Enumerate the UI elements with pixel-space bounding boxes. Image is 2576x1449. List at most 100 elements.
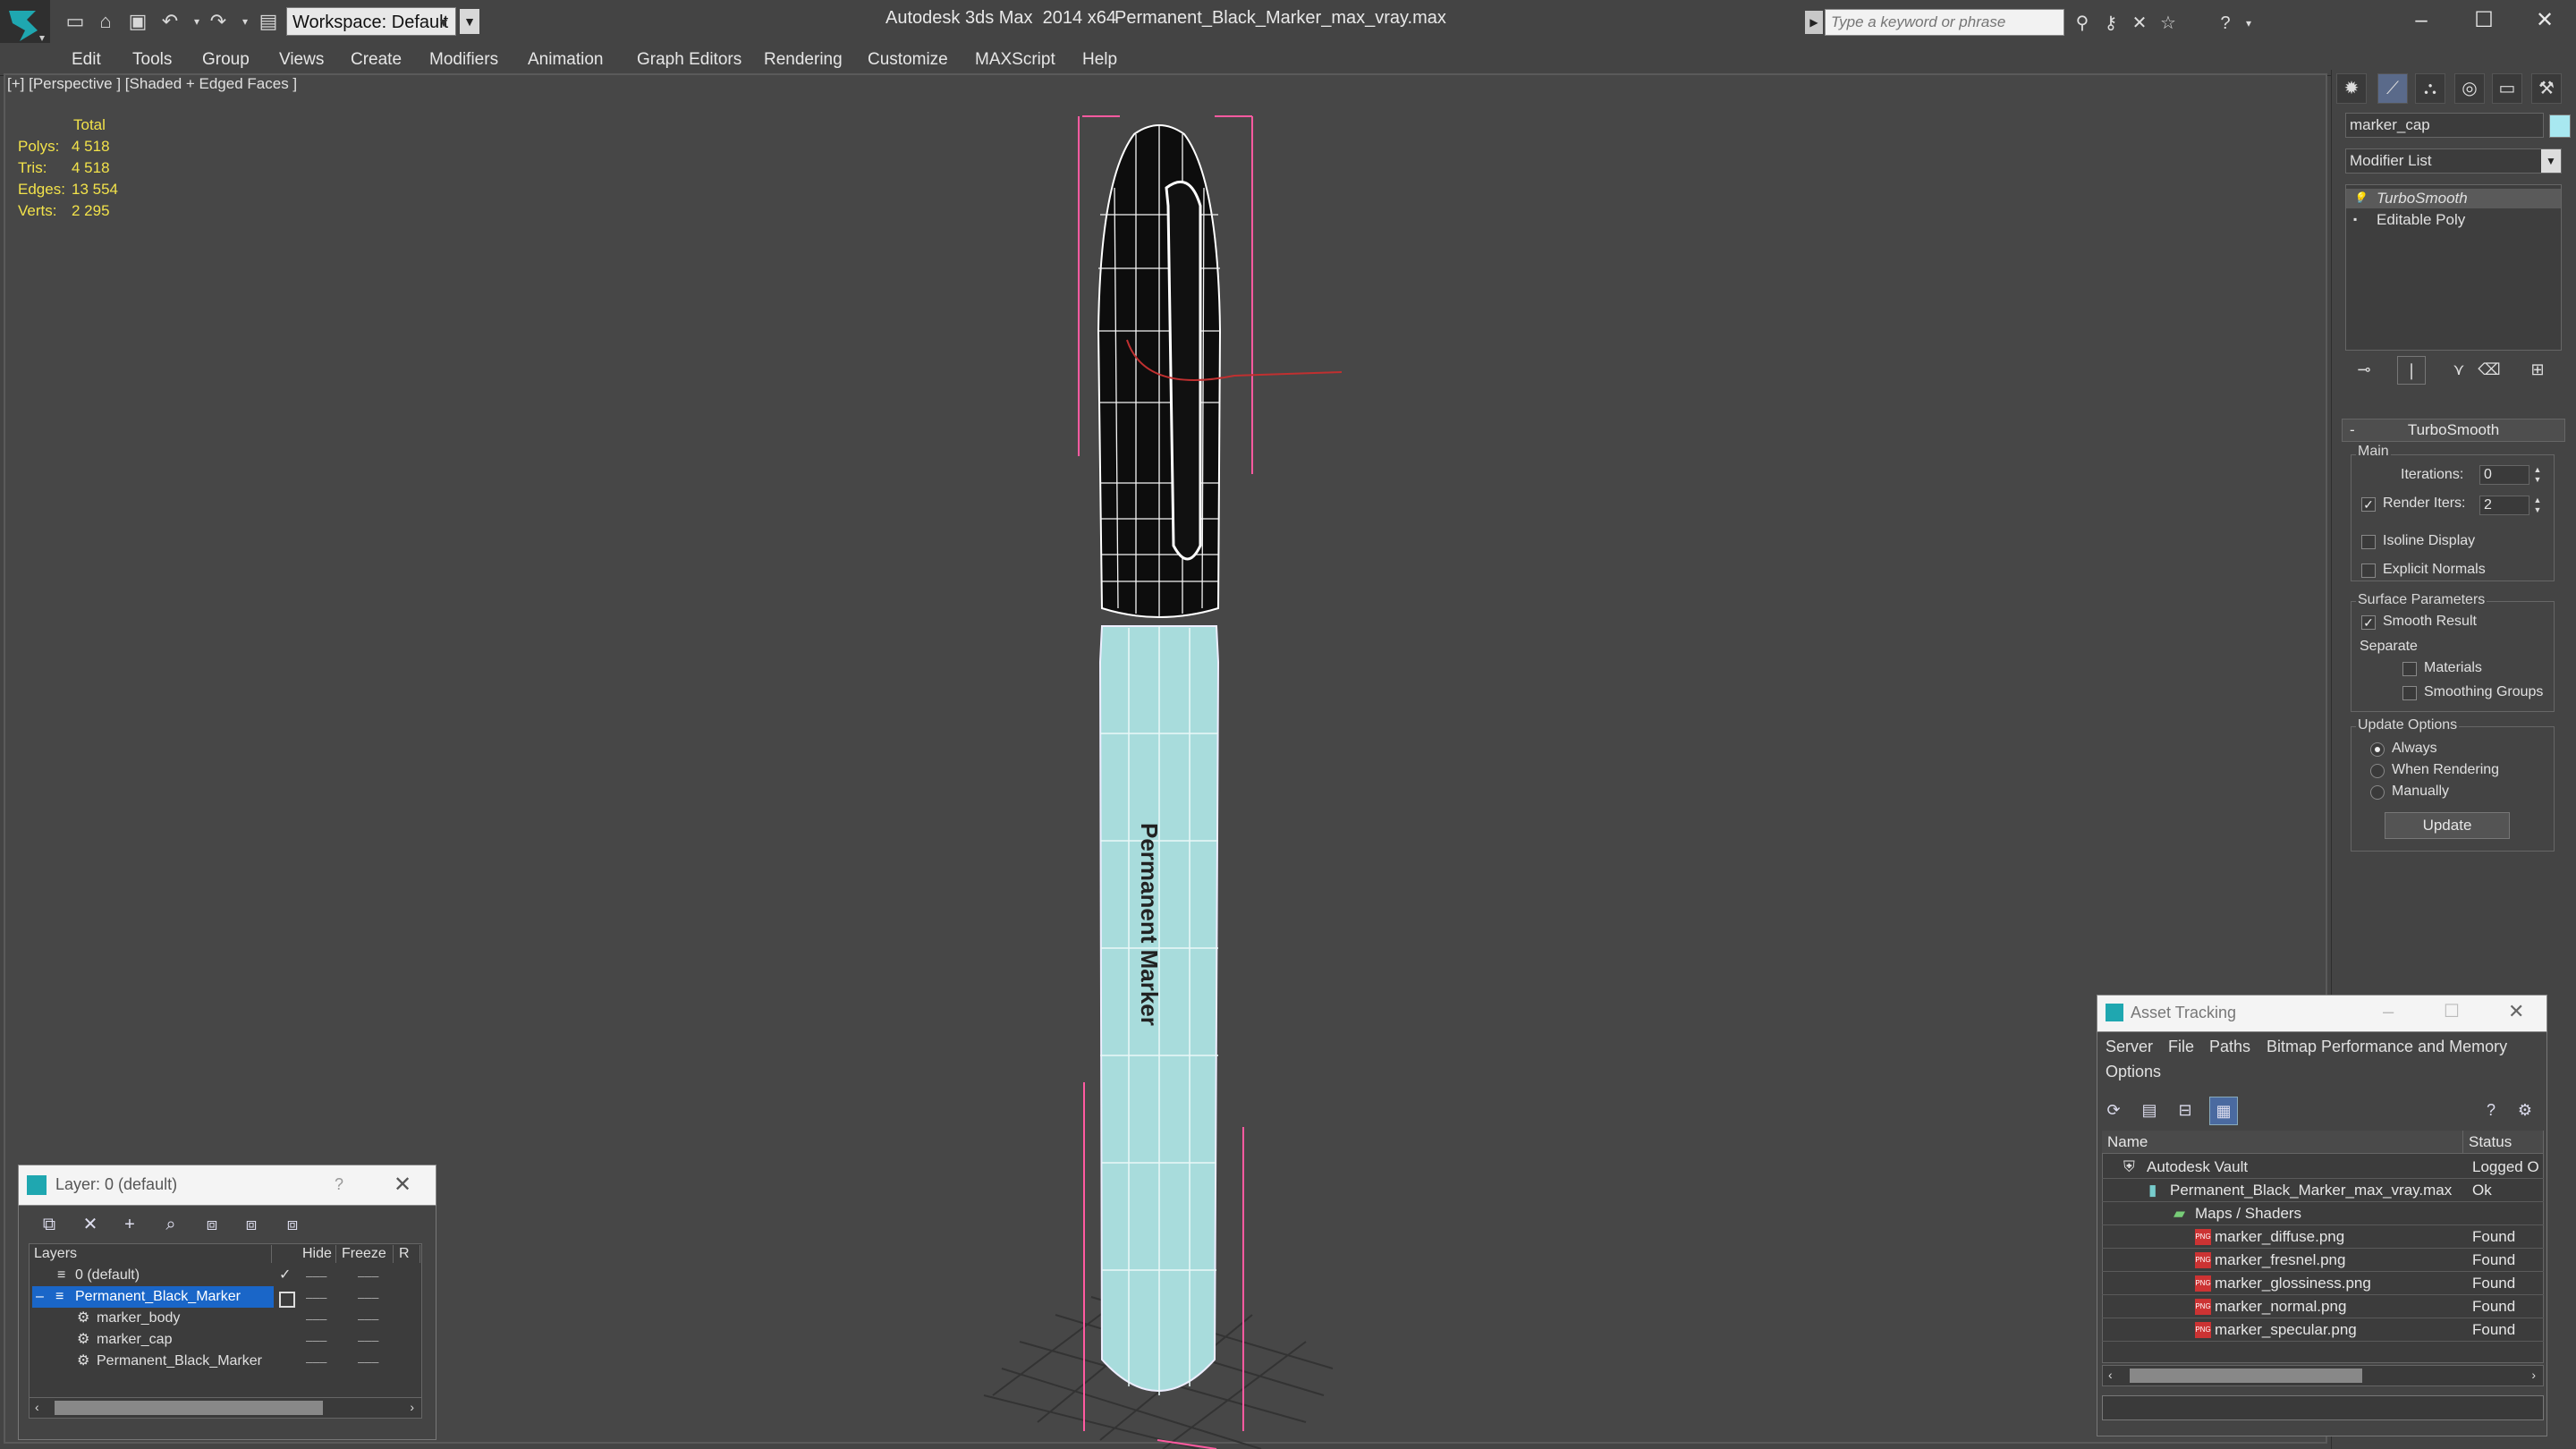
close-icon[interactable]: ✕ <box>2508 1000 2524 1023</box>
freeze-toggle[interactable]: ––– <box>358 1268 378 1283</box>
freeze-toggle[interactable]: ––– <box>358 1311 378 1326</box>
hide-toggle[interactable]: ––– <box>306 1268 326 1283</box>
remove-modifier-icon[interactable]: ⌫ <box>2476 356 2503 383</box>
highlight-layer-icon[interactable]: ⧈ <box>199 1211 225 1238</box>
stack-item-editable-poly[interactable]: ▪ Editable Poly <box>2346 210 2561 230</box>
menu-modifiers[interactable]: Modifiers <box>429 50 498 70</box>
maximize-icon[interactable]: ☐ <box>2444 1000 2460 1022</box>
new-file-icon[interactable]: ▭ <box>63 9 88 34</box>
workspace-dropdown[interactable]: Workspace: Default ▼ <box>286 7 456 36</box>
subscription-icon[interactable]: ⚷ <box>2098 11 2123 36</box>
update-button[interactable]: Update <box>2385 812 2510 839</box>
minimize-icon[interactable]: – <box>2390 4 2453 38</box>
menu-help[interactable]: Help <box>1082 50 1117 70</box>
open-file-icon[interactable]: ⌂ <box>93 9 118 34</box>
set-current-layer-icon[interactable] <box>279 1292 295 1308</box>
favorites-star-icon[interactable]: ☆ <box>2156 11 2181 36</box>
hierarchy-tab-icon[interactable]: ⛬ <box>2415 73 2445 104</box>
col-render[interactable]: R <box>395 1245 420 1263</box>
binoculars-icon[interactable]: ⚲ <box>2070 11 2095 36</box>
scroll-right-icon[interactable]: › <box>410 1400 414 1414</box>
layer-row[interactable]: ⚙ marker_cap <box>32 1329 301 1351</box>
col-hide[interactable]: Hide <box>299 1245 336 1263</box>
object-name-field[interactable]: marker_cap <box>2345 113 2544 138</box>
table-view-icon[interactable]: ▦ <box>2209 1097 2238 1125</box>
hide-toggle[interactable]: ––– <box>306 1333 326 1347</box>
scroll-left-icon[interactable]: ‹ <box>2108 1368 2113 1382</box>
menu-bitmap-performance[interactable]: Bitmap Performance and Memory <box>2267 1038 2507 1056</box>
hide-toggle[interactable]: ––– <box>306 1311 326 1326</box>
menu-paths[interactable]: Paths <box>2209 1038 2250 1056</box>
table-row[interactable]: ▰ Maps / Shaders <box>2102 1202 2544 1225</box>
help-dropdown-icon[interactable]: ▾ <box>2236 11 2261 36</box>
freeze-all-layers-icon[interactable]: ⧈ <box>279 1211 306 1238</box>
render-iters-checkbox[interactable]: ✓ <box>2361 497 2376 512</box>
freeze-toggle[interactable]: ––– <box>358 1333 378 1347</box>
hide-all-layers-icon[interactable]: ⧈ <box>238 1211 265 1238</box>
list-view-icon[interactable]: ▤ <box>2136 1097 2163 1123</box>
scroll-thumb[interactable] <box>55 1401 323 1415</box>
display-tab-icon[interactable]: ▭ <box>2492 73 2522 104</box>
pin-stack-icon[interactable]: ⊸ <box>2351 356 2377 383</box>
asset-path-field[interactable] <box>2102 1395 2544 1420</box>
menu-group[interactable]: Group <box>202 50 250 70</box>
layer-horizontal-scrollbar[interactable]: ‹ › <box>29 1397 422 1419</box>
stack-item-turbosmooth[interactable]: 💡 TurboSmooth <box>2346 189 2561 208</box>
menu-maxscript[interactable]: MAXScript <box>975 50 1055 70</box>
smoothing-groups-checkbox[interactable] <box>2402 686 2417 700</box>
freeze-toggle[interactable]: ––– <box>358 1290 378 1304</box>
materials-checkbox[interactable] <box>2402 662 2417 676</box>
menu-server[interactable]: Server <box>2106 1038 2153 1056</box>
menu-edit[interactable]: Edit <box>72 50 101 70</box>
expand-icon[interactable]: ▪ <box>2353 214 2364 225</box>
explicit-normals-checkbox[interactable] <box>2361 564 2376 578</box>
menu-animation[interactable]: Animation <box>528 50 604 70</box>
search-input[interactable] <box>1825 9 2064 36</box>
refresh-icon[interactable]: ⟳ <box>2100 1097 2127 1123</box>
add-to-layer-icon[interactable]: + <box>116 1211 143 1238</box>
layer-row[interactable]: ⚙ Permanent_Black_Marker <box>32 1351 301 1372</box>
manually-radio[interactable] <box>2370 785 2385 800</box>
menu-options[interactable]: Options <box>2106 1063 2161 1081</box>
show-end-result-icon[interactable]: ❘ <box>2397 356 2426 385</box>
create-tab-icon[interactable]: ✹ <box>2336 73 2367 104</box>
smooth-result-checkbox[interactable]: ✓ <box>2361 615 2376 630</box>
col-freeze[interactable]: Freeze <box>338 1245 394 1263</box>
menu-rendering[interactable]: Rendering <box>764 50 843 70</box>
modifier-list-dropdown[interactable]: Modifier List ▼ <box>2345 148 2562 174</box>
select-in-layer-icon[interactable]: ⌕ <box>157 1211 184 1238</box>
menu-graph-editors[interactable]: Graph Editors <box>637 50 741 70</box>
quick-access-more-icon[interactable]: ▼ <box>460 9 479 34</box>
create-layer-icon[interactable]: ⧉ <box>36 1211 63 1238</box>
iterations-spinner-icon[interactable]: ▲ ▼ <box>2531 465 2544 485</box>
utilities-tab-icon[interactable]: ⚒ <box>2531 73 2562 104</box>
lightbulb-icon[interactable]: 💡 <box>2353 192 2367 203</box>
redo-dropdown-icon[interactable]: ▾ <box>233 9 258 34</box>
isoline-display-checkbox[interactable] <box>2361 535 2376 549</box>
settings-icon[interactable]: ⚙ <box>2512 1097 2538 1123</box>
render-iters-input[interactable]: 2 <box>2479 496 2529 515</box>
make-unique-icon[interactable]: ⋎ <box>2445 356 2472 383</box>
menu-create[interactable]: Create <box>351 50 402 70</box>
render-iters-spinner-icon[interactable]: ▲ ▼ <box>2531 496 2544 515</box>
layer-row[interactable]: ⚙ marker_body <box>32 1308 301 1329</box>
menu-file[interactable]: File <box>2168 1038 2194 1056</box>
delete-layer-icon[interactable]: ✕ <box>77 1211 104 1238</box>
col-status[interactable]: Status <box>2463 1131 2544 1154</box>
scroll-left-icon[interactable]: ‹ <box>35 1400 39 1414</box>
hide-toggle[interactable]: ––– <box>306 1354 326 1368</box>
scroll-thumb[interactable] <box>2130 1368 2362 1383</box>
redo-icon[interactable]: ↷ <box>206 9 231 34</box>
minimize-icon[interactable]: – <box>2383 1000 2394 1023</box>
viewport-label[interactable]: [+] [Perspective ] [Shaded + Edged Faces… <box>7 75 297 93</box>
marker-3d-model[interactable]: Permanent Marker x <box>966 107 1342 1449</box>
hide-toggle[interactable]: ––– <box>306 1290 326 1304</box>
motion-tab-icon[interactable]: ◎ <box>2454 73 2485 104</box>
communication-center-icon[interactable]: ✕ <box>2127 11 2152 36</box>
menu-customize[interactable]: Customize <box>868 50 948 70</box>
tree-view-icon[interactable]: ⊟ <box>2172 1097 2199 1123</box>
menu-views[interactable]: Views <box>279 50 324 70</box>
layer-row[interactable]: ≡ 0 (default) ✓ <box>32 1265 301 1286</box>
save-file-icon[interactable]: ▣ <box>125 9 150 34</box>
scroll-right-icon[interactable]: › <box>2531 1368 2536 1382</box>
